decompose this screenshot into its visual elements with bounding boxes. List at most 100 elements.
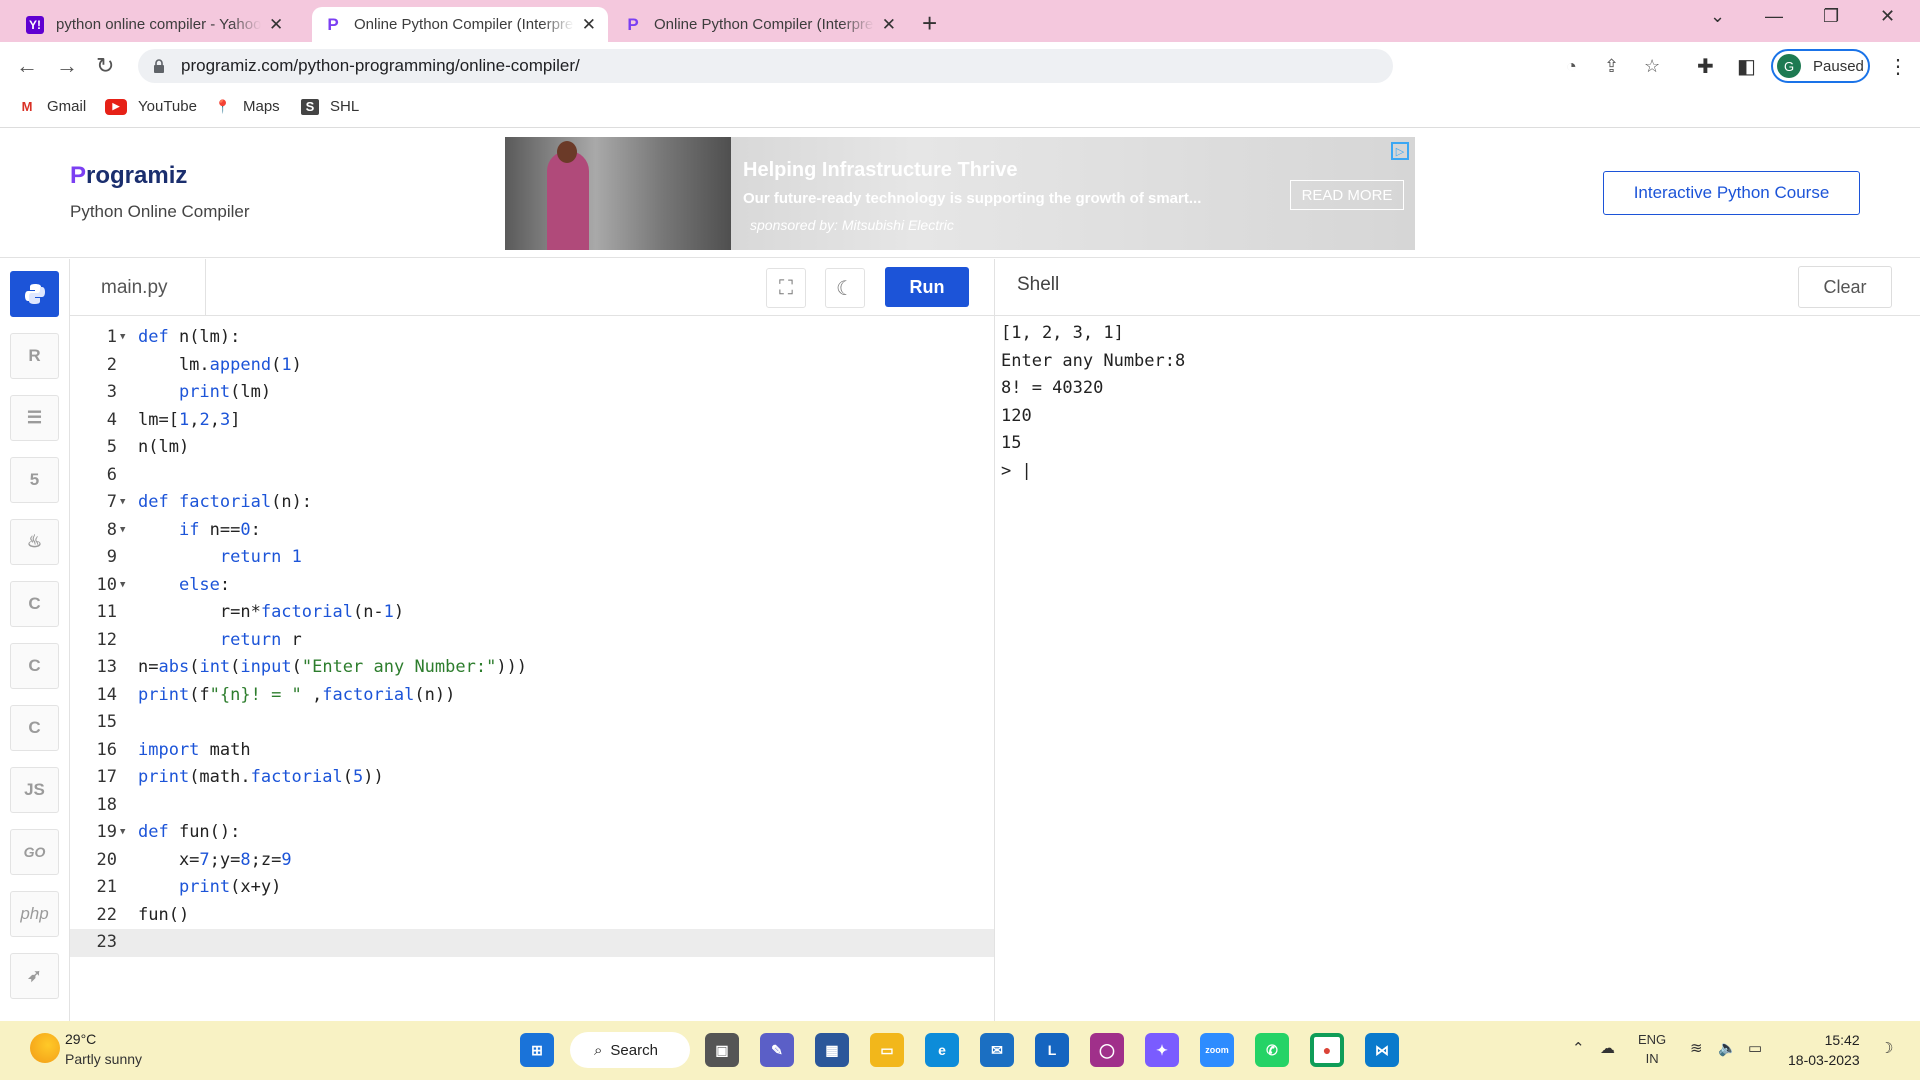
fold-toggle-icon[interactable]: ▼	[120, 489, 125, 517]
extensions-icon[interactable]: ✚	[1697, 54, 1714, 79]
code-line[interactable]: 13 n=abs(int(input("Enter any Number:")))	[70, 654, 994, 682]
menu-icon[interactable]: ⋮	[1888, 54, 1908, 79]
code-line[interactable]: 8 ▼ if n==0:	[70, 517, 994, 545]
java-icon[interactable]: ♨	[10, 519, 59, 565]
html5-icon[interactable]: 5	[10, 457, 59, 503]
php-icon[interactable]: php	[10, 891, 59, 937]
code-line[interactable]: 23	[70, 929, 994, 957]
onedrive-cloud-icon[interactable]: ☁	[1600, 1039, 1615, 1057]
code-line[interactable]: 20 x=7;y=8;z=9	[70, 847, 994, 875]
code-line[interactable]: 2 lm.append(1)	[70, 352, 994, 380]
code-line[interactable]: 9 return 1	[70, 544, 994, 572]
swift-icon[interactable]: ➶	[10, 953, 59, 999]
code-line[interactable]: 18	[70, 792, 994, 820]
bookmark-shl[interactable]: S SHL	[301, 98, 359, 115]
teams-chat-icon[interactable]: ✎	[760, 1033, 794, 1067]
system-clock[interactable]: 15:42 18-03-2023	[1788, 1030, 1860, 1070]
mail-icon[interactable]: ✉	[980, 1033, 1014, 1067]
bookmark-gmail[interactable]: M Gmail	[18, 98, 87, 115]
code-line[interactable]: 15	[70, 709, 994, 737]
close-tab-icon[interactable]: ✕	[582, 15, 596, 35]
tab-programiz-2[interactable]: P Online Python Compiler (Interpreter) ✕	[612, 7, 908, 42]
store-icon[interactable]: ▦	[815, 1033, 849, 1067]
tray-overflow-chevron-icon[interactable]: ⌃	[1572, 1039, 1585, 1057]
code-line[interactable]: 19 ▼ def fun():	[70, 819, 994, 847]
volume-icon[interactable]: 🔈	[1718, 1039, 1737, 1057]
file-tab-main-py[interactable]: main.py	[70, 259, 206, 316]
restore-icon[interactable]: ❐	[1823, 6, 1839, 27]
javascript-icon[interactable]: JS	[10, 767, 59, 813]
new-tab-icon[interactable]: +	[922, 8, 937, 39]
code-line[interactable]: 6	[70, 462, 994, 490]
code-line[interactable]: 7 ▼ def factorial(n):	[70, 489, 994, 517]
file-explorer-icon[interactable]: ▭	[870, 1033, 904, 1067]
code-line[interactable]: 12 return r	[70, 627, 994, 655]
zoom-icon[interactable]: zoom	[1200, 1033, 1234, 1067]
address-bar[interactable]: programiz.com/python-programming/online-…	[138, 49, 1660, 83]
task-view-icon[interactable]: ▣	[705, 1033, 739, 1067]
interactive-course-button[interactable]: Interactive Python Course	[1603, 171, 1860, 215]
code-line[interactable]: 14 print(f"{n}! = " ,factorial(n))	[70, 682, 994, 710]
adchoices-icon[interactable]: ▷	[1391, 142, 1409, 160]
battery-icon[interactable]: ▭	[1748, 1039, 1762, 1057]
fold-toggle-icon[interactable]: ▼	[120, 517, 125, 545]
dark-mode-moon-icon[interactable]: ☾	[825, 268, 865, 308]
performance-icon[interactable]: ◔	[1566, 56, 1577, 77]
taskbar-search-box[interactable]: ⌕ Search	[570, 1032, 690, 1068]
tab-programiz-active[interactable]: P Online Python Compiler (Interpreter) ✕	[312, 7, 608, 42]
code-line[interactable]: 10 ▼ else:	[70, 572, 994, 600]
bookmark-maps[interactable]: 📍 Maps	[214, 98, 280, 115]
code-line[interactable]: 16 import math	[70, 737, 994, 765]
bookmark-star-icon[interactable]: ☆	[1644, 56, 1660, 77]
app-icon[interactable]: ◯	[1090, 1033, 1124, 1067]
weather-temperature[interactable]: 29°C	[65, 1031, 96, 1047]
python-icon[interactable]	[10, 271, 59, 317]
code-editor[interactable]: 1 ▼ def n(lm): 2 lm.append(1) 3 print(lm) 4 lm…	[70, 316, 994, 1021]
forward-icon[interactable]: →	[56, 53, 78, 79]
bookmark-youtube[interactable]: ▶ YouTube	[105, 98, 197, 115]
tab-yahoo-search[interactable]: Y! python online compiler - Yahoo Search…	[14, 7, 304, 42]
ad-read-more-button[interactable]: READ MORE	[1290, 180, 1404, 210]
advertisement-banner[interactable]: Helping Infrastructure Thrive Our future…	[505, 137, 1415, 250]
edge-icon[interactable]: e	[925, 1033, 959, 1067]
code-line[interactable]: 1 ▼ def n(lm):	[70, 324, 994, 352]
clear-button[interactable]: Clear	[1798, 266, 1892, 308]
code-line[interactable]: 22 fun()	[70, 902, 994, 930]
wifi-icon[interactable]: ≋	[1690, 1039, 1703, 1057]
share-icon[interactable]: ⇪	[1604, 56, 1619, 77]
csharp-icon[interactable]: C	[10, 705, 59, 751]
copilot-icon[interactable]: ✦	[1145, 1033, 1179, 1067]
close-tab-icon[interactable]: ✕	[882, 15, 896, 35]
language-indicator[interactable]: ENG IN	[1638, 1030, 1666, 1068]
code-line[interactable]: 17 print(math.factorial(5))	[70, 764, 994, 792]
code-line[interactable]: 4 lm=[1,2,3]	[70, 407, 994, 435]
minimize-icon[interactable]: —	[1765, 6, 1783, 27]
whatsapp-icon[interactable]: ✆	[1255, 1033, 1289, 1067]
side-panel-icon[interactable]: ◧	[1737, 54, 1756, 79]
weather-sun-icon[interactable]	[30, 1033, 60, 1063]
code-line[interactable]: 11 r=n*factorial(n-1)	[70, 599, 994, 627]
fullscreen-icon[interactable]: ⛶	[766, 268, 806, 308]
programiz-logo[interactable]: Programiz	[70, 162, 187, 190]
fold-toggle-icon[interactable]: ▼	[120, 572, 125, 600]
reload-icon[interactable]: ↻	[96, 53, 114, 79]
vscode-icon[interactable]: ⋈	[1365, 1033, 1399, 1067]
run-button[interactable]: Run	[885, 267, 969, 307]
code-line[interactable]: 3 print(lm)	[70, 379, 994, 407]
profile-button[interactable]: G Paused	[1771, 49, 1870, 83]
chrome-icon[interactable]: ●	[1310, 1033, 1344, 1067]
cpp-icon[interactable]: C	[10, 643, 59, 689]
go-icon[interactable]: GO	[10, 829, 59, 875]
sql-database-icon[interactable]: ☰	[10, 395, 59, 441]
code-line[interactable]: 21 print(x+y)	[70, 874, 994, 902]
code-line[interactable]: 5 n(lm)	[70, 434, 994, 462]
lock-icon[interactable]	[153, 59, 165, 73]
windows-start-icon[interactable]: ⊞	[520, 1033, 554, 1067]
weather-description[interactable]: Partly sunny	[65, 1051, 142, 1067]
fold-toggle-icon[interactable]: ▼	[120, 324, 125, 352]
tab-search-chevron-icon[interactable]: ⌄	[1710, 6, 1725, 27]
r-language-icon[interactable]: R	[10, 333, 59, 379]
shell-output[interactable]: [1, 2, 3, 1] Enter any Number:8 8! = 40320…	[1001, 320, 1185, 485]
c-language-icon[interactable]: C	[10, 581, 59, 627]
fold-toggle-icon[interactable]: ▼	[120, 819, 125, 847]
